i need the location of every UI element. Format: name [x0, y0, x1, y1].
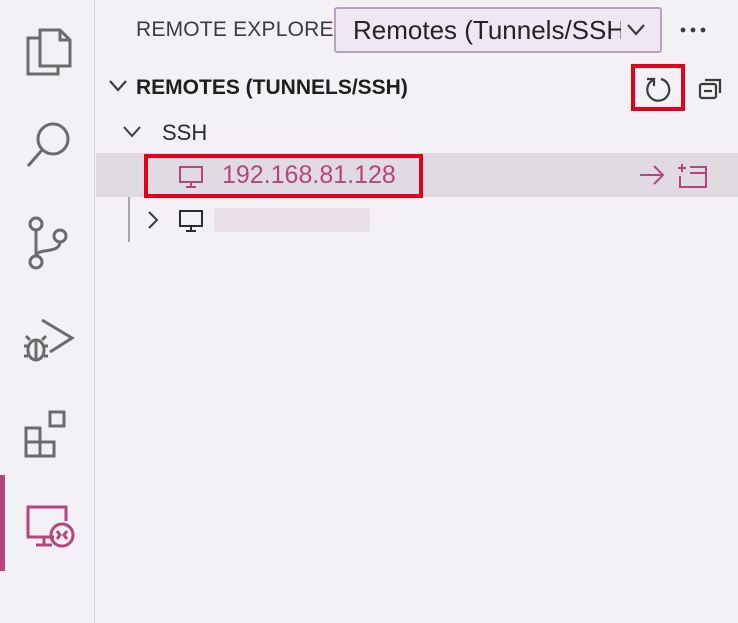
group-label: SSH	[162, 120, 208, 145]
connect-arrow-icon[interactable]	[637, 163, 667, 187]
ellipsis-icon	[680, 27, 706, 33]
activity-explorer[interactable]	[0, 0, 95, 96]
remote-explorer-sidebar: REMOTE EXPLORER Remotes (Tunnels/SSH REM…	[96, 0, 738, 623]
monitor-icon	[179, 210, 203, 232]
activity-bar	[0, 0, 95, 623]
open-new-window-icon[interactable]	[676, 161, 708, 189]
chevron-down-icon	[627, 24, 645, 36]
activity-search[interactable]	[0, 96, 95, 192]
tree-item-host[interactable]	[96, 198, 738, 242]
activity-remote-explorer[interactable]	[0, 475, 95, 571]
source-control-icon	[28, 216, 68, 270]
redacted-host-label	[214, 208, 370, 232]
chevron-down-icon	[123, 126, 141, 138]
remote-type-dropdown[interactable]: Remotes (Tunnels/SSH	[334, 7, 662, 53]
tree-group-ssh[interactable]: SSH	[96, 110, 738, 154]
explorer-files-icon	[26, 28, 72, 76]
chevron-right-icon	[148, 211, 159, 229]
activity-run-debug[interactable]	[0, 288, 95, 384]
run-and-debug-icon	[24, 318, 75, 362]
tree-item-host[interactable]: 192.168.81.128	[96, 153, 738, 198]
activity-source-control[interactable]	[0, 192, 95, 288]
chevron-down-icon	[109, 80, 127, 92]
monitor-icon	[179, 166, 203, 188]
section-title: REMOTES (TUNNELS/SSH)	[136, 76, 408, 99]
refresh-icon	[646, 77, 671, 102]
refresh-button[interactable]	[631, 64, 685, 111]
host-label: 192.168.81.128	[222, 161, 396, 189]
extensions-icon	[24, 410, 66, 458]
search-icon	[26, 122, 70, 167]
remotes-section-header[interactable]: REMOTES (TUNNELS/SSH)	[96, 64, 738, 111]
more-actions-button[interactable]	[676, 13, 710, 47]
view-title: REMOTE EXPLORER	[136, 18, 350, 41]
activity-extensions[interactable]	[0, 384, 95, 480]
remote-explorer-icon	[26, 505, 75, 548]
collapse-all-icon[interactable]	[696, 75, 724, 103]
dropdown-value: Remotes (Tunnels/SSH	[353, 15, 621, 45]
